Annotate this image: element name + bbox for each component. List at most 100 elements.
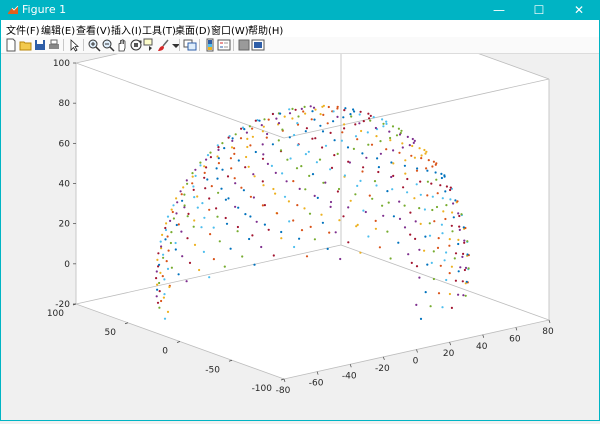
scatter-point bbox=[419, 317, 423, 320]
scatter-point bbox=[249, 215, 252, 218]
open-file-icon[interactable] bbox=[19, 38, 33, 52]
scatter-point bbox=[415, 303, 418, 306]
scatter-point bbox=[183, 193, 186, 196]
scatter-point bbox=[319, 124, 322, 127]
scatter-point bbox=[162, 253, 165, 256]
scatter-point bbox=[208, 208, 211, 211]
scatter-point bbox=[440, 176, 443, 180]
figure-canvas[interactable]: -80 -60 -40 -20 0 20 40 60 80 -100 -50 0 50 100 -20 0 20… bbox=[1, 3, 599, 420]
scatter-point bbox=[372, 116, 375, 119]
scatter-point bbox=[203, 216, 206, 219]
scatter-point bbox=[326, 247, 329, 250]
scatter-point bbox=[226, 175, 230, 178]
colorbar-icon[interactable] bbox=[203, 38, 217, 52]
scatter-point bbox=[159, 240, 162, 243]
scatter-point bbox=[324, 144, 328, 147]
scatter-point bbox=[288, 220, 291, 223]
scatter-point bbox=[385, 120, 388, 123]
menu-help[interactable]: 帮助(H) bbox=[248, 22, 283, 37]
x-tick-label: 20 bbox=[443, 349, 455, 359]
close-button[interactable]: ✕ bbox=[559, 1, 599, 20]
scatter-point bbox=[457, 270, 460, 273]
scatter-point bbox=[415, 265, 419, 268]
scatter-point bbox=[413, 197, 416, 200]
scatter-point bbox=[263, 223, 266, 226]
scatter-point bbox=[296, 204, 299, 207]
menu-insert[interactable]: 插入(I) bbox=[111, 22, 142, 37]
link-plot-icon[interactable] bbox=[183, 38, 197, 52]
menu-window[interactable]: 窗口(W) bbox=[211, 22, 249, 37]
scatter-point bbox=[435, 205, 439, 209]
scatter-point bbox=[191, 172, 194, 175]
show-plot-tools-icon[interactable] bbox=[251, 38, 265, 52]
scatter-point bbox=[260, 124, 263, 127]
scatter-point bbox=[322, 113, 325, 116]
scatter-point bbox=[263, 204, 266, 207]
maximize-button[interactable]: ☐ bbox=[519, 1, 559, 20]
scatter-point bbox=[270, 164, 273, 167]
scatter-point bbox=[419, 222, 422, 225]
scatter-point bbox=[370, 143, 374, 146]
new-figure-icon[interactable] bbox=[4, 38, 18, 52]
print-icon[interactable] bbox=[47, 38, 61, 52]
scatter-point bbox=[224, 216, 227, 220]
x-tick-label: -80 bbox=[276, 386, 291, 396]
menu-tools[interactable]: 工具(T) bbox=[142, 22, 176, 37]
x-tick-mark bbox=[449, 342, 451, 346]
scatter-point bbox=[179, 190, 182, 193]
scatter-point bbox=[162, 256, 165, 259]
scatter-point bbox=[434, 171, 437, 174]
menu-edit[interactable]: 编辑(E) bbox=[41, 22, 75, 37]
scatter-point bbox=[411, 144, 414, 148]
scatter-point bbox=[354, 193, 357, 196]
scatter-point bbox=[414, 220, 417, 223]
menu-file[interactable]: 文件(F) bbox=[6, 22, 40, 37]
scatter-point bbox=[445, 185, 448, 188]
z-tick-label: -20 bbox=[55, 300, 70, 310]
scatter-point bbox=[378, 246, 381, 249]
scatter-point bbox=[440, 172, 443, 175]
data-cursor-icon[interactable] bbox=[143, 38, 157, 52]
menu-desktop[interactable]: 桌面(D) bbox=[175, 22, 211, 37]
hide-plot-tools-icon[interactable] bbox=[237, 38, 251, 52]
scatter-point bbox=[291, 117, 294, 120]
chevron-down-icon[interactable] bbox=[169, 38, 183, 52]
scatter-point bbox=[163, 278, 166, 281]
scatter-point bbox=[314, 137, 317, 140]
zoom-in-icon[interactable] bbox=[87, 38, 101, 52]
scatter-point bbox=[280, 230, 283, 234]
scatter-point bbox=[231, 137, 234, 140]
pointer-icon[interactable] bbox=[67, 38, 81, 52]
scatter-point bbox=[356, 223, 359, 226]
scatter-point bbox=[163, 293, 166, 296]
scatter-point bbox=[332, 120, 335, 123]
scatter-point bbox=[205, 158, 208, 161]
scatter-point bbox=[155, 277, 158, 280]
scatter-point bbox=[448, 272, 451, 275]
scatter-point bbox=[223, 265, 226, 268]
menu-view[interactable]: 查看(V) bbox=[76, 22, 111, 37]
scatter-point bbox=[385, 122, 388, 125]
scatter-point bbox=[428, 222, 431, 225]
scatter-point bbox=[398, 133, 402, 136]
zoom-out-icon[interactable] bbox=[101, 38, 115, 52]
axes-3d[interactable]: -80-60-40-20020406080-100-50050100-20020… bbox=[1, 3, 599, 420]
scatter-point bbox=[466, 240, 469, 243]
scatter-point bbox=[217, 148, 220, 151]
scatter-point bbox=[251, 234, 254, 237]
legend-icon[interactable] bbox=[217, 38, 231, 52]
scatter-point bbox=[452, 216, 455, 219]
minimize-button[interactable]: — bbox=[479, 1, 519, 20]
rotate-3d-icon[interactable] bbox=[129, 38, 143, 52]
scatter-point bbox=[463, 241, 466, 244]
scatter-point bbox=[392, 174, 395, 177]
scatter-point bbox=[374, 219, 377, 222]
scatter-point bbox=[175, 197, 178, 200]
y-tick-label: -50 bbox=[205, 365, 220, 375]
scatter-point bbox=[283, 195, 287, 198]
save-icon[interactable] bbox=[33, 38, 47, 52]
pan-icon[interactable] bbox=[115, 38, 129, 52]
scatter-point bbox=[341, 131, 344, 134]
title-bar[interactable]: Figure 1 — ☐ ✕ bbox=[1, 1, 599, 20]
scatter-point bbox=[216, 215, 219, 218]
